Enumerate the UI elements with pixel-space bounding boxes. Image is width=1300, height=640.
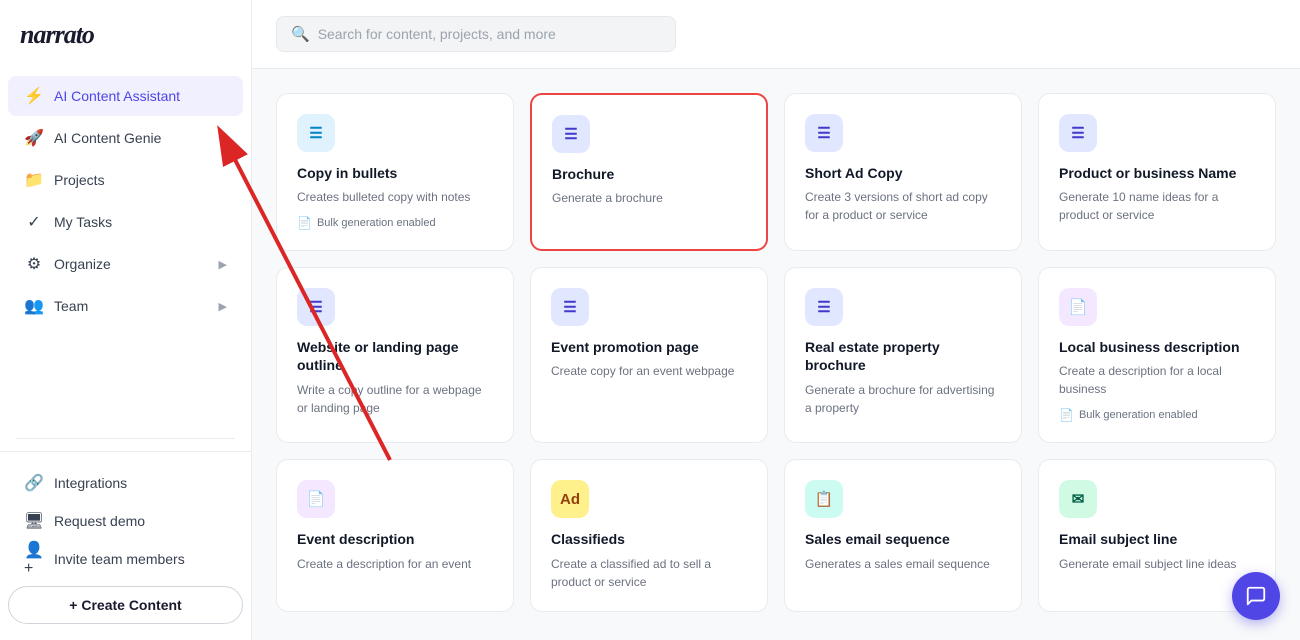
card-title-email-subject-line: Email subject line (1059, 530, 1255, 548)
bottom-link-invite-team[interactable]: 👤+ Invite team members (8, 540, 243, 578)
sidebar-item-ai-content-genie[interactable]: 🚀 AI Content Genie (8, 118, 243, 158)
card-title-short-ad-copy: Short Ad Copy (805, 164, 1001, 182)
ai-content-genie-icon: 🚀 (24, 128, 44, 148)
card-icon-sales-email-sequence: 📋 (805, 480, 843, 518)
sidebar-item-label-projects: Projects (54, 172, 105, 188)
card-real-estate-brochure[interactable]: ☰ Real estate property brochure Generate a… (784, 267, 1022, 443)
sidebar-item-label-my-tasks: My Tasks (54, 214, 112, 230)
card-desc-event-description: Create a description for an event (297, 555, 493, 591)
card-event-promotion-page[interactable]: ☰ Event promotion page Create copy for an … (530, 267, 768, 443)
card-desc-brochure: Generate a brochure (552, 189, 746, 229)
card-website-landing-page[interactable]: ☰ Website or landing page outline Write a … (276, 267, 514, 443)
card-badge-text-copy-in-bullets: Bulk generation enabled (317, 217, 436, 229)
card-title-product-business-name: Product or business Name (1059, 164, 1255, 182)
integrations-icon: 🔗 (24, 473, 44, 493)
create-content-button[interactable]: + Create Content (8, 586, 243, 624)
card-desc-copy-in-bullets: Creates bulleted copy with notes (297, 188, 493, 206)
card-title-sales-email-sequence: Sales email sequence (805, 530, 1001, 548)
card-classifieds[interactable]: Ad Classifieds Create a classified ad to s… (530, 459, 768, 611)
team-chevron-icon: ▶ (219, 300, 227, 313)
app-logo: narrato (0, 0, 251, 66)
sidebar-item-label-team: Team (54, 298, 88, 314)
card-badge-local-business-description: 📄 Bulk generation enabled (1059, 408, 1255, 422)
invite-team-icon: 👤+ (24, 549, 44, 569)
card-icon-copy-in-bullets: ☰ (297, 114, 335, 152)
bottom-link-label-request-demo: Request demo (54, 513, 145, 529)
card-icon-local-business-description: 📄 (1059, 288, 1097, 326)
sidebar-item-team[interactable]: 👥 Team ▶ (8, 286, 243, 326)
bottom-link-request-demo[interactable]: 🖥 Request demo (8, 502, 243, 540)
card-title-brochure: Brochure (552, 165, 746, 183)
nav-divider (16, 438, 235, 439)
my-tasks-icon: ✓ (24, 212, 44, 232)
card-icon-event-promotion-page: ☰ (551, 288, 589, 326)
card-short-ad-copy[interactable]: ☰ Short Ad Copy Create 3 versions of short… (784, 93, 1022, 251)
card-sales-email-sequence[interactable]: 📋 Sales email sequence Generates a sales e… (784, 459, 1022, 611)
request-demo-icon: 🖥 (24, 511, 44, 531)
card-icon-brochure: ☰ (552, 115, 590, 153)
card-desc-event-promotion-page: Create copy for an event webpage (551, 362, 747, 422)
bottom-link-label-integrations: Integrations (54, 475, 127, 491)
ai-content-assistant-icon: ⚡ (24, 86, 44, 106)
sidebar-item-projects[interactable]: 📁 Projects (8, 160, 243, 200)
card-desc-product-business-name: Generate 10 name ideas for a product or … (1059, 188, 1255, 230)
chat-widget-button[interactable] (1232, 572, 1280, 620)
card-title-local-business-description: Local business description (1059, 338, 1255, 356)
card-desc-email-subject-line: Generate email subject line ideas (1059, 555, 1255, 591)
card-product-business-name[interactable]: ☰ Product or business Name Generate 10 nam… (1038, 93, 1276, 251)
bottom-link-integrations[interactable]: 🔗 Integrations (8, 464, 243, 502)
card-copy-in-bullets[interactable]: ☰ Copy in bullets Creates bulleted copy wi… (276, 93, 514, 251)
card-title-real-estate-brochure: Real estate property brochure (805, 338, 1001, 374)
card-desc-real-estate-brochure: Generate a brochure for advertising a pr… (805, 381, 1001, 423)
card-icon-short-ad-copy: ☰ (805, 114, 843, 152)
card-desc-short-ad-copy: Create 3 versions of short ad copy for a… (805, 188, 1001, 230)
card-title-event-promotion-page: Event promotion page (551, 338, 747, 356)
sidebar-item-ai-content-assistant[interactable]: ⚡ AI Content Assistant (8, 76, 243, 116)
card-icon-website-landing-page: ☰ (297, 288, 335, 326)
card-local-business-description[interactable]: 📄 Local business description Create a desc… (1038, 267, 1276, 443)
card-desc-website-landing-page: Write a copy outline for a webpage or la… (297, 381, 493, 423)
card-badge-copy-in-bullets: 📄 Bulk generation enabled (297, 216, 493, 230)
sidebar-item-label-ai-content-assistant: AI Content Assistant (54, 88, 180, 104)
card-title-website-landing-page: Website or landing page outline (297, 338, 493, 374)
main-content: 🔍 ☰ Copy in bullets Creates bulleted copy … (252, 0, 1300, 640)
sidebar-item-my-tasks[interactable]: ✓ My Tasks (8, 202, 243, 242)
sidebar-item-label-organize: Organize (54, 256, 111, 272)
card-desc-sales-email-sequence: Generates a sales email sequence (805, 555, 1001, 591)
projects-icon: 📁 (24, 170, 44, 190)
card-badge-icon-local-business-description: 📄 (1059, 408, 1074, 422)
search-icon: 🔍 (291, 25, 310, 43)
sidebar-nav: ⚡ AI Content Assistant 🚀 AI Content Genie 📁 P… (0, 66, 251, 426)
card-icon-event-description: 📄 (297, 480, 335, 518)
card-desc-local-business-description: Create a description for a local busines… (1059, 362, 1255, 398)
card-icon-product-business-name: ☰ (1059, 114, 1097, 152)
sidebar-bottom: 🔗 Integrations 🖥 Request demo 👤+ Invite team … (0, 451, 251, 640)
sidebar-item-label-ai-content-genie: AI Content Genie (54, 130, 161, 146)
card-desc-classifieds: Create a classified ad to sell a product… (551, 555, 747, 591)
card-event-description[interactable]: 📄 Event description Create a description f… (276, 459, 514, 611)
bottom-link-label-invite-team: Invite team members (54, 551, 185, 567)
team-icon: 👥 (24, 296, 44, 316)
card-icon-email-subject-line: ✉ (1059, 480, 1097, 518)
card-title-event-description: Event description (297, 530, 493, 548)
card-title-copy-in-bullets: Copy in bullets (297, 164, 493, 182)
sidebar-item-organize[interactable]: ⚙ Organize ▶ (8, 244, 243, 284)
sidebar: narrato ⚡ AI Content Assistant 🚀 AI Content… (0, 0, 252, 640)
card-title-classifieds: Classifieds (551, 530, 747, 548)
card-icon-real-estate-brochure: ☰ (805, 288, 843, 326)
card-badge-text-local-business-description: Bulk generation enabled (1079, 409, 1198, 421)
search-bar: 🔍 (276, 16, 676, 52)
search-bar-wrap: 🔍 (252, 0, 1300, 69)
organize-chevron-icon: ▶ (219, 258, 227, 271)
search-input[interactable] (318, 26, 661, 42)
card-brochure[interactable]: ☰ Brochure Generate a brochure (530, 93, 768, 251)
cards-grid: ☰ Copy in bullets Creates bulleted copy wi… (252, 69, 1300, 636)
organize-icon: ⚙ (24, 254, 44, 274)
card-badge-icon-copy-in-bullets: 📄 (297, 216, 312, 230)
card-icon-classifieds: Ad (551, 480, 589, 518)
